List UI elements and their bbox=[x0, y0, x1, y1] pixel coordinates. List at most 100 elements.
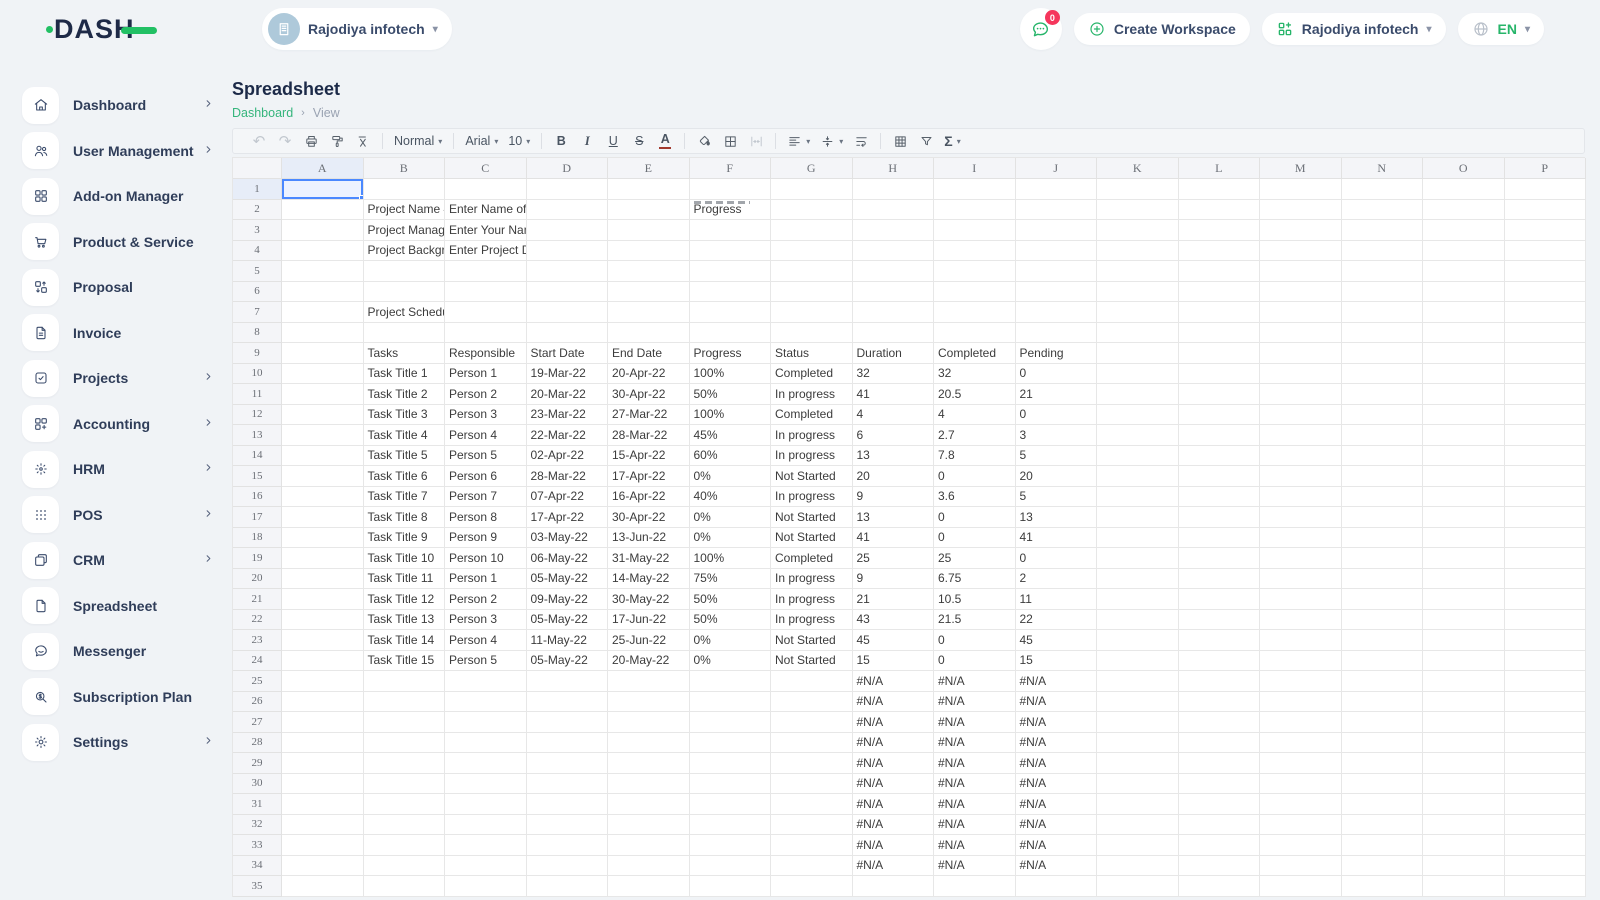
cell-c12[interactable]: Person 3 bbox=[445, 405, 527, 426]
cell-i23[interactable]: 0 bbox=[934, 630, 1016, 651]
cell-f12[interactable]: 100% bbox=[690, 405, 772, 426]
cell-f30[interactable] bbox=[690, 774, 772, 795]
cell-m21[interactable] bbox=[1260, 589, 1342, 610]
app-logo[interactable]: DASH bbox=[54, 14, 232, 45]
cell-l27[interactable] bbox=[1179, 712, 1261, 733]
cell-h6[interactable] bbox=[853, 282, 935, 303]
cell-e20[interactable]: 14-May-22 bbox=[608, 569, 690, 590]
cell-e13[interactable]: 28-Mar-22 bbox=[608, 425, 690, 446]
cell-k20[interactable] bbox=[1097, 569, 1179, 590]
cell-g20[interactable]: In progress bbox=[771, 569, 853, 590]
cell-d14[interactable]: 02-Apr-22 bbox=[527, 446, 609, 467]
cell-c32[interactable] bbox=[445, 815, 527, 836]
cell-e26[interactable] bbox=[608, 692, 690, 713]
cell-i32[interactable]: #N/A bbox=[934, 815, 1016, 836]
cell-k35[interactable] bbox=[1097, 876, 1179, 897]
column-header-b[interactable]: B bbox=[364, 158, 446, 179]
cell-l24[interactable] bbox=[1179, 651, 1261, 672]
cell-m22[interactable] bbox=[1260, 610, 1342, 631]
cell-d4[interactable] bbox=[527, 241, 609, 262]
cell-f35[interactable] bbox=[690, 876, 772, 897]
cell-d19[interactable]: 06-May-22 bbox=[527, 548, 609, 569]
sidebar-item-product-service[interactable]: Product & Service bbox=[22, 223, 214, 261]
cell-j18[interactable]: 41 bbox=[1016, 528, 1098, 549]
cell-b26[interactable] bbox=[364, 692, 446, 713]
cell-j15[interactable]: 20 bbox=[1016, 466, 1098, 487]
cell-n3[interactable] bbox=[1342, 220, 1424, 241]
cell-i25[interactable]: #N/A bbox=[934, 671, 1016, 692]
cell-b32[interactable] bbox=[364, 815, 446, 836]
font-size-select-button[interactable]: 10▾ bbox=[504, 130, 534, 152]
cell-l17[interactable] bbox=[1179, 507, 1261, 528]
row-header-28[interactable]: 28 bbox=[233, 733, 282, 754]
cell-k33[interactable] bbox=[1097, 835, 1179, 856]
cell-n12[interactable] bbox=[1342, 405, 1424, 426]
cell-o28[interactable] bbox=[1423, 733, 1505, 754]
cell-e28[interactable] bbox=[608, 733, 690, 754]
cell-a11[interactable] bbox=[282, 384, 364, 405]
cell-o11[interactable] bbox=[1423, 384, 1505, 405]
sidebar-item-dashboard[interactable]: Dashboard bbox=[22, 86, 214, 124]
cell-f9[interactable]: Progress bbox=[690, 343, 772, 364]
cell-n13[interactable] bbox=[1342, 425, 1424, 446]
cell-m1[interactable] bbox=[1260, 179, 1342, 200]
cell-f25[interactable] bbox=[690, 671, 772, 692]
sidebar-item-projects[interactable]: Projects bbox=[22, 359, 214, 397]
cell-l25[interactable] bbox=[1179, 671, 1261, 692]
cell-e30[interactable] bbox=[608, 774, 690, 795]
cell-c18[interactable]: Person 9 bbox=[445, 528, 527, 549]
cell-a19[interactable] bbox=[282, 548, 364, 569]
row-header-27[interactable]: 27 bbox=[233, 712, 282, 733]
cell-o21[interactable] bbox=[1423, 589, 1505, 610]
cell-h29[interactable]: #N/A bbox=[853, 753, 935, 774]
cell-f31[interactable] bbox=[690, 794, 772, 815]
row-header-33[interactable]: 33 bbox=[233, 835, 282, 856]
cell-p31[interactable] bbox=[1505, 794, 1587, 815]
cell-f14[interactable]: 60% bbox=[690, 446, 772, 467]
cell-h20[interactable]: 9 bbox=[853, 569, 935, 590]
cell-i9[interactable]: Completed bbox=[934, 343, 1016, 364]
cell-g13[interactable]: In progress bbox=[771, 425, 853, 446]
cell-a18[interactable] bbox=[282, 528, 364, 549]
cell-p5[interactable] bbox=[1505, 261, 1587, 282]
cell-h21[interactable]: 21 bbox=[853, 589, 935, 610]
column-header-g[interactable]: G bbox=[771, 158, 853, 179]
row-header-19[interactable]: 19 bbox=[233, 548, 282, 569]
cell-o20[interactable] bbox=[1423, 569, 1505, 590]
sidebar-item-crm[interactable]: CRM bbox=[22, 541, 214, 579]
column-header-c[interactable]: C bbox=[445, 158, 527, 179]
cell-g8[interactable] bbox=[771, 323, 853, 344]
sidebar-item-user-management[interactable]: User Management bbox=[22, 132, 214, 170]
cell-c27[interactable] bbox=[445, 712, 527, 733]
cell-e24[interactable]: 20-May-22 bbox=[608, 651, 690, 672]
cell-a13[interactable] bbox=[282, 425, 364, 446]
cell-j11[interactable]: 21 bbox=[1016, 384, 1098, 405]
cell-j31[interactable]: #N/A bbox=[1016, 794, 1098, 815]
cell-p28[interactable] bbox=[1505, 733, 1587, 754]
row-header-15[interactable]: 15 bbox=[233, 466, 282, 487]
cell-b10[interactable]: Task Title 1 bbox=[364, 364, 446, 385]
language-menu[interactable]: EN ▾ bbox=[1458, 13, 1544, 45]
cell-c19[interactable]: Person 10 bbox=[445, 548, 527, 569]
cell-n24[interactable] bbox=[1342, 651, 1424, 672]
cell-p1[interactable] bbox=[1505, 179, 1587, 200]
cell-f13[interactable]: 45% bbox=[690, 425, 772, 446]
cell-o2[interactable] bbox=[1423, 200, 1505, 221]
cell-p35[interactable] bbox=[1505, 876, 1587, 897]
cell-k30[interactable] bbox=[1097, 774, 1179, 795]
cell-a21[interactable] bbox=[282, 589, 364, 610]
column-header-f[interactable]: F bbox=[690, 158, 772, 179]
cell-l13[interactable] bbox=[1179, 425, 1261, 446]
cell-n16[interactable] bbox=[1342, 487, 1424, 508]
cell-l31[interactable] bbox=[1179, 794, 1261, 815]
cell-m4[interactable] bbox=[1260, 241, 1342, 262]
cell-d7[interactable] bbox=[527, 302, 609, 323]
column-header-n[interactable]: N bbox=[1342, 158, 1424, 179]
cell-d35[interactable] bbox=[527, 876, 609, 897]
cell-b1[interactable] bbox=[364, 179, 446, 200]
cell-n8[interactable] bbox=[1342, 323, 1424, 344]
cell-a30[interactable] bbox=[282, 774, 364, 795]
cell-p3[interactable] bbox=[1505, 220, 1587, 241]
cell-p19[interactable] bbox=[1505, 548, 1587, 569]
cell-i30[interactable]: #N/A bbox=[934, 774, 1016, 795]
